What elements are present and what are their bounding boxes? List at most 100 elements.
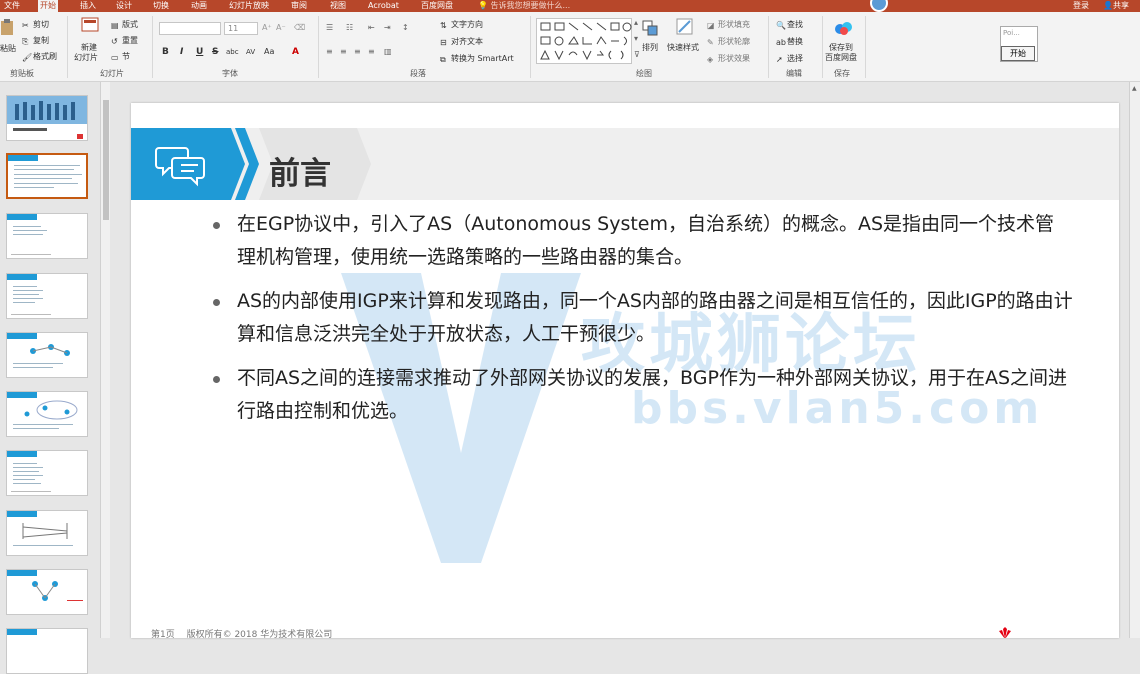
underline-button[interactable]: U	[196, 47, 203, 57]
slide-thumbnail[interactable]	[6, 213, 88, 259]
align-text-button[interactable]: ⊟ 对齐文本	[440, 37, 483, 47]
start-button[interactable]: 开始	[1001, 46, 1035, 61]
text-direction-button[interactable]: ⇅ 文字方向	[440, 20, 483, 30]
tab-transitions[interactable]: 切换	[151, 0, 171, 12]
bold-button[interactable]: B	[162, 47, 169, 57]
slide-thumbnail[interactable]	[6, 628, 88, 674]
shadow-button[interactable]: abc	[226, 47, 239, 57]
tab-home[interactable]: 开始	[38, 0, 58, 12]
slide-thumbnail[interactable]	[6, 391, 88, 437]
tab-file[interactable]: 文件	[2, 0, 22, 12]
thumbnail-scrollbar[interactable]	[100, 82, 110, 638]
tab-acrobat[interactable]: Acrobat	[366, 0, 401, 12]
shape-fill-label: 形状填充	[718, 20, 750, 29]
arrange-button[interactable]	[642, 20, 658, 39]
gallery-more-icon[interactable]: ⊽	[634, 50, 640, 60]
bullet-item[interactable]: 在EGP协议中，引入了AS（Autonomous System，自治系统）的概念…	[213, 208, 1073, 274]
reset-button[interactable]: ↺ 重置	[111, 36, 138, 46]
justify-icon[interactable]: ≡	[368, 47, 375, 57]
slide-thumbnail[interactable]	[6, 95, 88, 141]
strikethrough-button[interactable]: S	[212, 47, 218, 57]
italic-button[interactable]: I	[180, 47, 183, 57]
tab-design[interactable]: 设计	[114, 0, 134, 12]
align-right-icon[interactable]: ≡	[354, 47, 361, 57]
replace-label: 替换	[787, 37, 803, 46]
gallery-scroll-up-icon[interactable]: ▴	[634, 18, 638, 28]
layout-button[interactable]: ▤ 版式	[111, 20, 138, 30]
shape-effects-button[interactable]: ◈ 形状效果	[707, 54, 750, 64]
select-button[interactable]: ➚ 选择	[776, 54, 803, 64]
copy-button[interactable]: ⎘ 复制	[22, 36, 49, 46]
divider	[530, 16, 531, 78]
tab-slideshow[interactable]: 幻灯片放映	[227, 0, 271, 12]
shapes-gallery[interactable]	[536, 18, 632, 64]
quick-styles-label: 快速样式	[667, 43, 699, 52]
bullets-icon[interactable]: ☰	[326, 23, 333, 33]
decrease-indent-icon[interactable]: ⇤	[368, 23, 375, 33]
format-painter-button[interactable]: 🖌格式刷	[22, 52, 57, 62]
change-case-button[interactable]: Aa	[264, 47, 274, 57]
share-button[interactable]: 👤共享	[1103, 0, 1129, 12]
thumb-line	[13, 226, 41, 227]
save-to-baidu-button[interactable]	[834, 20, 854, 39]
slide-thumbnail-pane	[0, 82, 100, 674]
clear-format-icon[interactable]: ⌫	[294, 23, 305, 33]
font-size-select[interactable]: 11	[224, 22, 258, 35]
lightbulb-icon: 💡	[478, 1, 488, 10]
login-link[interactable]: 登录	[1073, 0, 1089, 12]
font-family-select[interactable]	[159, 22, 221, 35]
tab-insert[interactable]: 插入	[78, 0, 98, 12]
slide-thumbnail-selected[interactable]	[6, 153, 88, 199]
slide-thumbnail[interactable]	[6, 510, 88, 556]
tell-me-text: 告诉我您想要做什么...	[490, 1, 571, 10]
shape-outline-button[interactable]: ✎ 形状轮廓	[707, 37, 750, 47]
find-button[interactable]: 🔍查找	[776, 20, 803, 30]
bullet-item[interactable]: AS的内部使用IGP来计算和发现路由，同一个AS内部的路由器之间是相互信任的，因…	[213, 285, 1073, 351]
bullet-item[interactable]: 不同AS之间的连接需求推动了外部网关协议的发展，BGP作为一种外部网关协议，用于…	[213, 362, 1073, 428]
shape-fill-button[interactable]: ◪ 形状填充	[707, 20, 750, 30]
new-slide-label-2: 幻灯片	[74, 53, 98, 62]
ribbon: 粘贴 ✂ 剪切 ⎘ 复制 🖌格式刷 剪贴板 新建 幻灯片 ▤ 版式 ↺ 重置 ▭ 节 幻灯…	[0, 12, 1140, 82]
quick-styles-button[interactable]	[676, 18, 694, 39]
bullet-list[interactable]: 在EGP协议中，引入了AS（Autonomous System，自治系统）的概念…	[213, 208, 1073, 439]
thumb-header	[7, 629, 37, 635]
align-left-icon[interactable]: ≡	[326, 47, 333, 57]
layout-label: 版式	[122, 20, 138, 29]
increase-indent-icon[interactable]: ⇥	[384, 23, 391, 33]
font-color-button[interactable]: A	[292, 47, 299, 57]
gallery-scroll-down-icon[interactable]: ▾	[634, 34, 638, 44]
tab-baidu-netdisk[interactable]: 百度网盘	[419, 0, 455, 12]
slide[interactable]: 前言 攻城狮论坛 bbs.vlan5.com 在EGP协议中，引入了AS（Aut…	[131, 103, 1119, 638]
main-scrollbar[interactable]: ▲	[1129, 82, 1140, 638]
smartart-button[interactable]: ⧉ 转换为 SmartArt	[440, 54, 514, 64]
slide-thumbnail[interactable]	[6, 273, 88, 319]
font-shrink-icon[interactable]: A⁻	[276, 23, 286, 33]
scrollbar-thumb[interactable]	[103, 100, 109, 220]
new-slide-button[interactable]	[80, 16, 100, 36]
cut-button[interactable]: ✂ 剪切	[22, 20, 49, 30]
scissors-icon: ✂	[22, 21, 29, 30]
shape-effects-label: 形状效果	[718, 54, 750, 63]
line-spacing-icon[interactable]: ↕	[402, 23, 409, 33]
char-spacing-button[interactable]: AV	[246, 47, 255, 57]
thumb-header	[7, 214, 37, 220]
slide-thumbnail[interactable]	[6, 569, 88, 615]
search-icon: 🔍	[776, 21, 786, 30]
slide-thumbnail[interactable]	[6, 450, 88, 496]
tab-animations[interactable]: 动画	[189, 0, 209, 12]
columns-icon[interactable]: ▥	[384, 47, 392, 57]
numbering-icon[interactable]: ☷	[346, 23, 353, 33]
cursor-icon: ➚	[776, 55, 783, 64]
title-banner	[131, 128, 371, 200]
slide-thumbnail[interactable]	[6, 332, 88, 378]
account-circle-icon[interactable]	[870, 0, 888, 12]
tab-view[interactable]: 视图	[328, 0, 348, 12]
scroll-up-icon[interactable]: ▲	[1132, 85, 1137, 92]
tell-me-search[interactable]: 💡 告诉我您想要做什么...	[478, 0, 570, 12]
font-grow-icon[interactable]: A⁺	[262, 23, 272, 33]
slide-title[interactable]: 前言	[269, 148, 331, 193]
section-button[interactable]: ▭ 节	[111, 52, 130, 62]
align-center-icon[interactable]: ≡	[340, 47, 347, 57]
tab-review[interactable]: 审阅	[289, 0, 309, 12]
replace-button[interactable]: ab替换	[776, 37, 803, 47]
